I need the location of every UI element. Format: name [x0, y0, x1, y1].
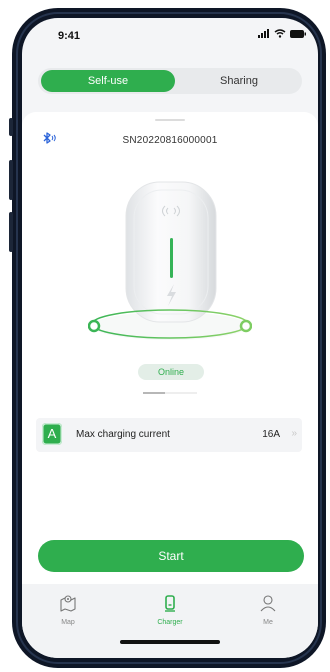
setting-label: Max charging current — [76, 429, 170, 440]
wifi-icon — [274, 29, 286, 38]
person-icon — [260, 595, 276, 612]
battery-icon — [290, 29, 306, 38]
phone-side-button — [9, 212, 13, 252]
status-badge: Online — [138, 364, 204, 380]
current-badge: A — [42, 423, 62, 445]
tab-charger[interactable]: Charger — [140, 594, 200, 626]
setting-value: 16A — [262, 429, 280, 440]
start-button[interactable]: Start — [38, 540, 304, 572]
phone-side-button — [9, 160, 13, 200]
map-icon — [60, 595, 76, 612]
tab-map[interactable]: Map — [38, 594, 98, 626]
tab-charger-label: Charger — [157, 619, 183, 626]
device-serial: SN20220816000001 — [122, 135, 218, 146]
status-bar: 9:41 — [22, 18, 318, 58]
charger-icon — [165, 595, 175, 612]
tab-sharing[interactable]: Sharing — [178, 70, 300, 92]
tab-map-label: Map — [61, 619, 75, 626]
max-charging-current-row[interactable]: A Max charging current 16A » — [36, 418, 302, 452]
status-icons — [258, 29, 306, 38]
status-time: 9:41 — [58, 30, 81, 42]
signal-icon — [258, 29, 269, 38]
app-screen: 9:41 Self-use Sharing SN20220816000001 O… — [22, 18, 318, 658]
mode-segmented-control: Self-use Sharing — [38, 68, 302, 94]
home-indicator — [120, 640, 220, 644]
charger-device-image — [88, 181, 252, 340]
phone-side-button — [9, 118, 13, 136]
tab-me[interactable]: Me — [238, 594, 298, 626]
card-grip — [155, 119, 185, 121]
charger-card: SN20220816000001 Online A Max charging c… — [22, 112, 318, 592]
page-indicator — [143, 392, 197, 394]
tab-me-label: Me — [263, 619, 273, 626]
chevron-right-icon: » — [291, 428, 296, 439]
tab-self-use[interactable]: Self-use — [41, 70, 175, 92]
bottom-tab-bar: Map Charger Me — [22, 584, 318, 658]
